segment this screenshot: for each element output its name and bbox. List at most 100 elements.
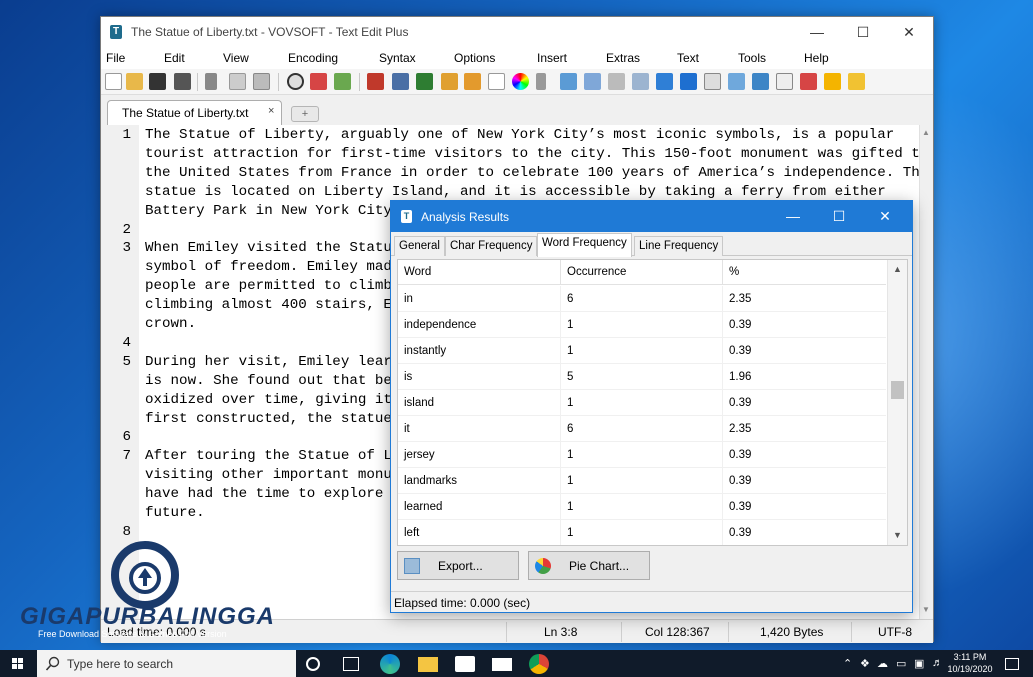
scroll-thumb[interactable] <box>891 381 904 399</box>
sort-az-icon[interactable] <box>728 73 745 90</box>
document-icon[interactable] <box>776 73 793 90</box>
monitor-icon[interactable] <box>392 73 409 90</box>
font-icon[interactable] <box>416 73 433 90</box>
file-explorer-icon[interactable] <box>418 657 438 672</box>
cloud-icon[interactable]: ☁ <box>877 657 888 670</box>
editor-text-line[interactable]: is now. She found out that bec <box>145 373 400 389</box>
arrow-updown-icon[interactable] <box>680 73 697 90</box>
table-row[interactable]: in 6 2.35 <box>398 286 886 312</box>
editor-text-line[interactable]: people are permitted to climb <box>145 278 392 294</box>
table-row[interactable]: it 6 2.35 <box>398 416 886 442</box>
color-wheel-icon[interactable] <box>512 73 529 90</box>
column-header-percent[interactable]: % <box>729 266 739 278</box>
editor-text-line[interactable]: visiting other important monum <box>145 467 400 483</box>
menu-help[interactable]: Help <box>804 51 829 65</box>
sort-za-icon[interactable] <box>752 73 769 90</box>
editor-text-line[interactable]: future. <box>145 505 205 521</box>
table-vertical-scrollbar[interactable]: ▲ ▼ <box>887 260 907 545</box>
editor-text-line[interactable]: During her visit, Emiley learn <box>145 354 400 370</box>
tray-time[interactable]: 3:11 PM <box>948 652 992 662</box>
menu-tools[interactable]: Tools <box>738 51 766 65</box>
mail-icon[interactable] <box>584 73 601 90</box>
table-row[interactable]: jersey 1 0.39 <box>398 442 886 468</box>
pie-chart-button[interactable]: Pie Chart... <box>528 551 650 580</box>
editor-text-line[interactable]: first constructed, the statue <box>145 411 392 427</box>
open-folder-icon[interactable] <box>126 73 143 90</box>
paste-icon[interactable] <box>253 73 270 90</box>
editor-vertical-scrollbar[interactable]: ▲ ▼ <box>919 125 933 619</box>
scroll-down-icon[interactable]: ▼ <box>893 530 902 540</box>
tray-chevron-icon[interactable]: ⌃ <box>843 657 852 670</box>
export-button[interactable]: Export... <box>397 551 519 580</box>
editor-text-line[interactable]: crown. <box>145 316 196 332</box>
print-icon[interactable] <box>174 73 191 90</box>
arrow-right-icon[interactable] <box>656 73 673 90</box>
dialog-close-button[interactable]: ✕ <box>862 201 908 232</box>
scroll-up-icon[interactable]: ▲ <box>922 128 930 137</box>
maximize-button[interactable]: ☐ <box>840 17 886 47</box>
table-row[interactable]: left 1 0.39 <box>398 520 886 545</box>
editor-text-line[interactable]: climbing almost 400 stairs, Em <box>145 297 400 313</box>
replace-icon[interactable] <box>310 73 327 90</box>
editor-text-line[interactable]: After touring the Statue of Li <box>145 448 400 464</box>
tray-date[interactable]: 10/19/2020 <box>946 664 994 674</box>
lock-icon[interactable] <box>441 73 458 90</box>
editor-text-line[interactable]: statue is located on Liberty Island, and… <box>145 184 886 200</box>
new-tab-button[interactable]: + <box>291 106 319 122</box>
document-tab[interactable]: The Statue of Liberty.txt × <box>107 100 282 125</box>
editor-text-line[interactable]: When Emiley visited the Statue <box>145 240 400 256</box>
tab-general[interactable]: General <box>394 236 445 256</box>
mail-icon[interactable] <box>492 658 512 671</box>
new-file-icon[interactable] <box>105 73 122 90</box>
editor-text-line[interactable]: have had the time to explore m <box>145 486 400 502</box>
filter-icon[interactable] <box>560 73 577 90</box>
warning-icon[interactable] <box>824 73 841 90</box>
table-row[interactable]: independence 1 0.39 <box>398 312 886 338</box>
editor-text-line[interactable]: symbol of freedom. Emiley made <box>145 259 400 275</box>
table-row[interactable]: is 5 1.96 <box>398 364 886 390</box>
editor-text-line[interactable]: oxidized over time, giving it <box>145 392 392 408</box>
chrome-icon[interactable] <box>529 654 549 674</box>
notification-icon[interactable] <box>1005 658 1019 670</box>
editor-text-line[interactable]: The Statue of Liberty, arguably one of N… <box>145 127 894 143</box>
word-frequency-table[interactable]: Word Occurrence % in 6 2.35 independence 1 0.… <box>397 259 908 546</box>
table-row[interactable]: learned 1 0.39 <box>398 494 886 520</box>
dialog-minimize-button[interactable]: — <box>770 201 816 232</box>
menu-file[interactable]: File <box>106 51 125 65</box>
dropbox-icon[interactable]: ❖ <box>860 657 870 670</box>
window-icon[interactable] <box>704 73 721 90</box>
calendar-icon[interactable] <box>800 73 817 90</box>
notes-icon[interactable] <box>848 73 865 90</box>
tab-char-frequency[interactable]: Char Frequency <box>445 236 538 256</box>
cut-icon[interactable] <box>205 73 217 90</box>
unlock-icon[interactable] <box>464 73 481 90</box>
start-button[interactable] <box>0 650 36 677</box>
save-icon[interactable] <box>149 73 166 90</box>
close-button[interactable]: ✕ <box>886 17 932 47</box>
cortana-icon[interactable] <box>306 657 320 671</box>
network-icon[interactable]: ▣ <box>914 657 924 670</box>
column-header-occurrence[interactable]: Occurrence <box>567 266 626 278</box>
tab-close-icon[interactable]: × <box>268 105 274 117</box>
table-row[interactable]: landmarks 1 0.39 <box>398 468 886 494</box>
pen-icon[interactable] <box>536 73 546 90</box>
minimize-button[interactable]: — <box>794 17 840 47</box>
table-row[interactable]: island 1 0.39 <box>398 390 886 416</box>
find-icon[interactable] <box>287 73 304 90</box>
copy-icon[interactable] <box>229 73 246 90</box>
volume-icon[interactable]: ♬ <box>932 657 943 669</box>
tab-word-frequency[interactable]: Word Frequency <box>537 233 632 257</box>
scroll-up-icon[interactable]: ▲ <box>893 264 902 274</box>
tab-line-frequency[interactable]: Line Frequency <box>634 236 724 256</box>
scroll-down-icon[interactable]: ▼ <box>922 605 930 614</box>
battery-icon[interactable]: ▭ <box>896 657 906 670</box>
menu-edit[interactable]: Edit <box>164 51 185 65</box>
taskbar-search-box[interactable]: Type here to search <box>37 650 296 677</box>
dialog-maximize-button[interactable]: ☐ <box>816 201 862 232</box>
column-header-word[interactable]: Word <box>404 266 431 278</box>
menu-encoding[interactable]: Encoding <box>288 51 338 65</box>
editor-text-line[interactable]: tourist attraction for first-time visito… <box>145 146 928 162</box>
menu-insert[interactable]: Insert <box>537 51 567 65</box>
edge-browser-icon[interactable] <box>380 654 400 674</box>
menu-extras[interactable]: Extras <box>606 51 640 65</box>
